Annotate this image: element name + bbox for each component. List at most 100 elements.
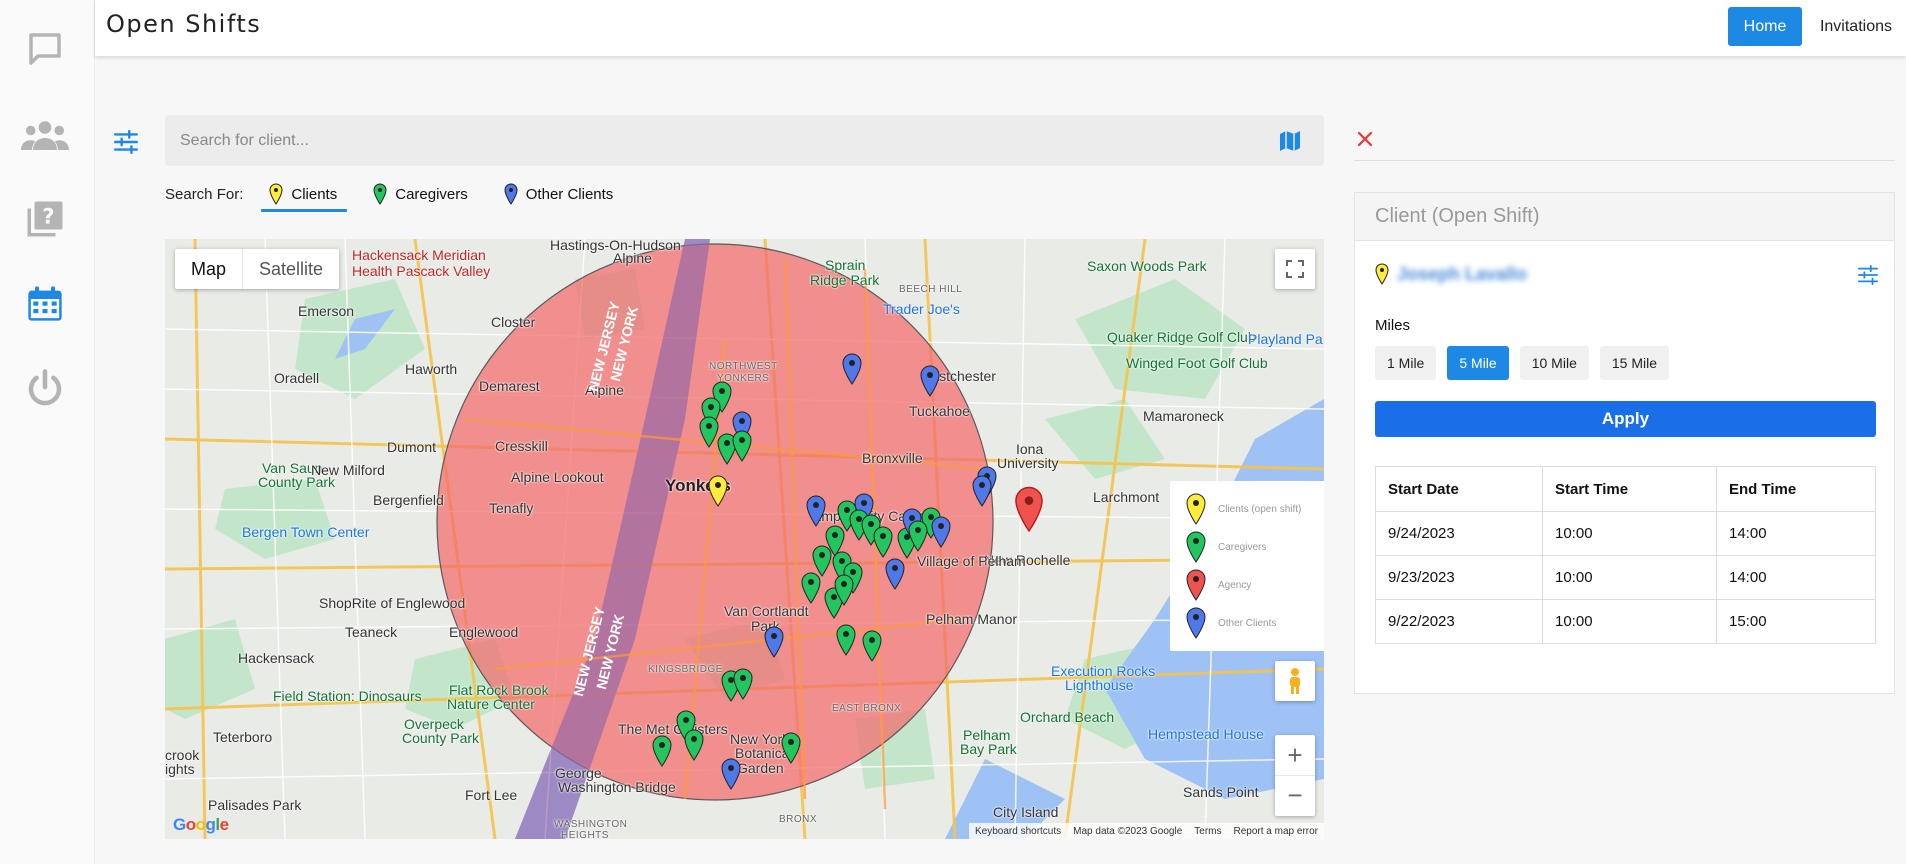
agency-pin-icon[interactable]	[1015, 486, 1043, 533]
client-pin-icon[interactable]	[708, 475, 728, 507]
invitations-link[interactable]: Invitations	[1812, 7, 1900, 46]
client-name[interactable]: Joseph Lavallo	[1397, 264, 1527, 285]
report-error-link[interactable]: Report a map error	[1228, 826, 1324, 837]
close-icon[interactable]	[1354, 128, 1376, 150]
help-icon[interactable]: ?	[20, 194, 70, 244]
legend-label: Caregivers	[1218, 541, 1267, 553]
tab-other-clients-label: Other Clients	[525, 185, 614, 203]
green-pin-icon	[373, 183, 387, 205]
caregiver-pin-icon[interactable]	[836, 624, 856, 656]
other-client-pin-icon[interactable]	[931, 516, 951, 548]
table-cell: 9/22/2023	[1375, 599, 1543, 644]
legend-item-agency: Agency	[1186, 569, 1251, 601]
other-client-pin-icon[interactable]	[885, 558, 905, 590]
blue-pin-icon	[1186, 607, 1206, 639]
tab-caregivers-label: Caregivers	[395, 185, 468, 203]
map-footer: Keyboard shortcuts Map data ©2023 Google…	[968, 823, 1324, 839]
search-for-row: Search For: Clients Caregivers Other Cli…	[165, 178, 641, 212]
mile-5-button[interactable]: 5 Mile	[1447, 346, 1509, 380]
map-type-map-button[interactable]: Map	[175, 249, 244, 289]
map-data-attribution: Map data ©2023 Google	[1073, 825, 1183, 837]
apply-button[interactable]: Apply	[1375, 401, 1876, 437]
top-header: Open Shifts Home Invitations	[95, 0, 1906, 56]
client-filter-sliders-icon[interactable]	[1854, 261, 1882, 289]
table-row: 9/23/2023 10:00 14:00	[1375, 555, 1876, 600]
shifts-table: Start Date Start Time End Time 9/24/2023…	[1375, 466, 1876, 644]
other-client-pin-icon[interactable]	[721, 758, 741, 790]
legend-item-clients: Clients (open shift)	[1186, 493, 1301, 525]
mile-15-button[interactable]: 15 Mile	[1599, 346, 1669, 380]
caregiver-pin-icon[interactable]	[862, 630, 882, 662]
table-cell: 10:00	[1542, 599, 1717, 644]
client-row: Joseph Lavallo	[1375, 263, 1527, 285]
power-icon[interactable]	[20, 363, 70, 413]
tab-clients-label: Clients	[291, 185, 338, 203]
other-client-pin-icon[interactable]	[972, 475, 992, 507]
green-pin-icon	[1186, 531, 1206, 563]
tab-caregivers[interactable]: Caregivers	[365, 178, 478, 210]
caregiver-pin-icon[interactable]	[684, 729, 704, 761]
panel-title: Client (Open Shift)	[1355, 193, 1894, 241]
table-cell: 10:00	[1542, 555, 1717, 600]
fullscreen-icon[interactable]	[1275, 249, 1315, 289]
map-legend: Clients (open shift) Caregivers Agency O…	[1170, 481, 1324, 651]
divider	[1354, 160, 1895, 161]
tab-other-clients[interactable]: Other Clients	[496, 178, 624, 210]
mile-1-button[interactable]: 1 Mile	[1375, 346, 1437, 380]
other-client-pin-icon[interactable]	[920, 365, 940, 397]
terms-link[interactable]: Terms	[1188, 826, 1227, 837]
users-icon[interactable]	[20, 110, 70, 160]
caregiver-pin-icon[interactable]	[873, 526, 893, 558]
other-client-pin-icon[interactable]	[764, 626, 784, 658]
table-cell: 15:00	[1716, 599, 1876, 644]
yellow-pin-icon	[1186, 493, 1206, 525]
miles-label: Miles	[1375, 317, 1411, 334]
table-row: 9/22/2023 10:00 15:00	[1375, 599, 1876, 644]
page-title: Open Shifts	[106, 10, 262, 38]
caregiver-pin-icon[interactable]	[733, 668, 753, 700]
keyboard-shortcuts-link[interactable]: Keyboard shortcuts	[969, 826, 1067, 837]
table-cell: 9/23/2023	[1375, 555, 1543, 600]
client-search-bar	[165, 115, 1324, 166]
legend-item-other-clients: Other Clients	[1186, 607, 1276, 639]
left-rail: ?	[0, 0, 95, 864]
miles-selector: 1 Mile 5 Mile 10 Mile 15 Mile	[1375, 346, 1680, 380]
table-header-row: Start Date Start Time End Time	[1375, 466, 1876, 512]
map-icon[interactable]	[1276, 128, 1304, 154]
column-header: Start Date	[1375, 466, 1543, 512]
yellow-pin-icon	[269, 183, 283, 205]
caregiver-pin-icon[interactable]	[812, 545, 832, 577]
zoom-out-icon[interactable]: −	[1275, 776, 1315, 816]
caregiver-pin-icon[interactable]	[801, 572, 821, 604]
mile-10-button[interactable]: 10 Mile	[1519, 346, 1589, 380]
filter-sliders-icon[interactable]	[110, 126, 142, 158]
zoom-in-icon[interactable]: +	[1275, 736, 1315, 776]
home-button[interactable]: Home	[1728, 7, 1802, 46]
messages-icon[interactable]	[20, 24, 70, 74]
zoom-control: + −	[1275, 735, 1315, 816]
legend-label: Agency	[1218, 579, 1252, 591]
caregiver-pin-icon[interactable]	[652, 735, 672, 767]
map-view[interactable]: Hastings-On-Hudson Hackensack Meridian H…	[165, 239, 1324, 839]
street-view-pegman-icon[interactable]	[1275, 661, 1315, 701]
legend-label: Other Clients	[1218, 617, 1277, 629]
client-search-input[interactable]	[180, 115, 1260, 166]
map-type-satellite-button[interactable]: Satellite	[243, 249, 339, 289]
red-pin-icon	[1186, 569, 1206, 601]
table-row: 9/24/2023 10:00 14:00	[1375, 511, 1876, 556]
svg-text:?: ?	[42, 204, 54, 228]
caregiver-pin-icon[interactable]	[699, 416, 719, 448]
legend-item-caregivers: Caregivers	[1186, 531, 1266, 563]
calendar-icon[interactable]	[20, 279, 70, 329]
caregiver-pin-icon[interactable]	[781, 732, 801, 764]
table-cell: 14:00	[1716, 555, 1876, 600]
map-pins	[652, 353, 1043, 790]
column-header: Start Time	[1542, 466, 1717, 512]
client-detail-panel: Client (Open Shift) Joseph Lavallo Miles…	[1354, 192, 1895, 694]
column-header: End Time	[1716, 466, 1876, 512]
other-client-pin-icon[interactable]	[842, 353, 862, 385]
caregiver-pin-icon[interactable]	[732, 430, 752, 462]
other-client-pin-icon[interactable]	[806, 495, 826, 527]
legend-label: Clients (open shift)	[1218, 503, 1302, 515]
tab-clients[interactable]: Clients	[261, 178, 348, 212]
